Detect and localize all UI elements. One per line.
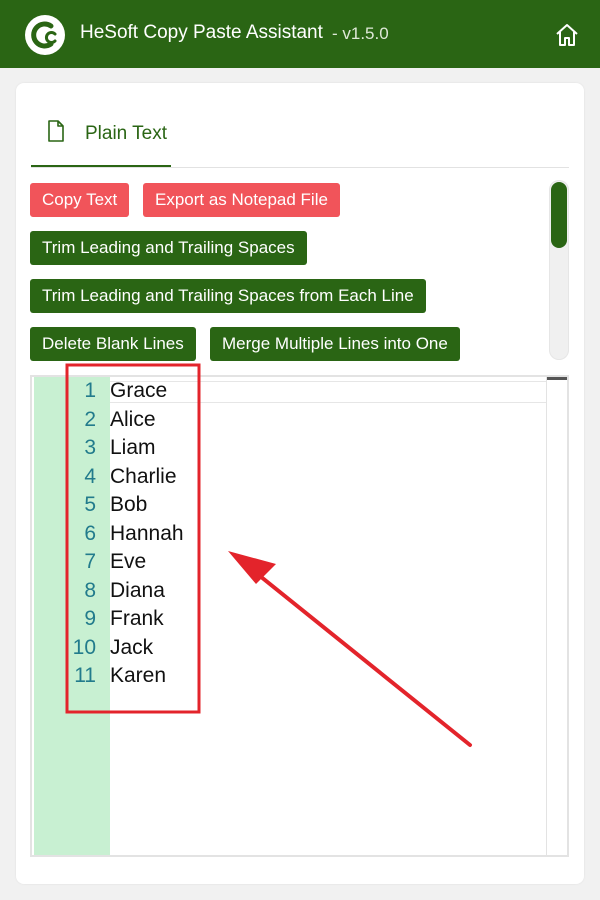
tab-bar: Plain Text <box>31 101 569 168</box>
current-line-highlight <box>110 381 565 403</box>
editor-scrollbar-indicator <box>547 377 567 380</box>
editor-line[interactable]: Diana <box>110 579 165 603</box>
line-number: 3 <box>84 436 96 459</box>
tab-label: Plain Text <box>85 123 168 144</box>
editor-line[interactable]: Jack <box>110 636 153 660</box>
buttons-scrollbar-thumb[interactable] <box>551 182 567 248</box>
line-number: 2 <box>84 407 96 431</box>
line-number: 11 <box>74 664 96 687</box>
line-number: 4 <box>84 464 96 488</box>
merge-lines-button[interactable]: Merge Multiple Lines into One <box>210 327 460 361</box>
app-version: - v1.5.0 <box>332 24 389 43</box>
editor-line[interactable]: Eve <box>110 550 146 574</box>
editor-line[interactable]: Alice <box>110 408 156 432</box>
editor-line[interactable]: Grace <box>110 379 167 403</box>
trim-each-line-button[interactable]: Trim Leading and Trailing Spaces from Ea… <box>30 279 426 313</box>
line-number: 9 <box>84 607 96 630</box>
document-icon <box>48 120 64 142</box>
line-number: 5 <box>84 493 96 516</box>
title-bar: HeSoft Copy Paste Assistant - v1.5.0 <box>0 0 600 68</box>
line-number: 7 <box>84 550 96 573</box>
editor-line[interactable]: Karen <box>110 664 166 688</box>
copy-text-button[interactable]: Copy Text <box>30 183 130 217</box>
app-title: HeSoft Copy Paste Assistant <box>80 22 323 43</box>
delete-blank-lines-button[interactable]: Delete Blank Lines <box>30 327 196 361</box>
text-editor[interactable]: 1 Grace 2 Alice 3 Liam 4 Charlie 5 Bob 6 Hannah 7 Eve… <box>30 375 569 857</box>
editor-line[interactable]: Hannah <box>110 522 184 546</box>
app-logo-icon <box>25 15 65 55</box>
export-notepad-button[interactable]: Export as Notepad File <box>143 183 340 217</box>
line-number: 8 <box>84 578 96 602</box>
line-number: 10 <box>72 635 96 659</box>
editor-line[interactable]: Liam <box>110 436 156 460</box>
editor-scrollbar[interactable] <box>546 377 567 855</box>
editor-line[interactable]: Charlie <box>110 465 177 489</box>
main-card: Plain Text Copy Text Export as Notepad F… <box>16 83 584 884</box>
editor-line[interactable]: Bob <box>110 493 147 517</box>
line-number: 6 <box>84 521 96 545</box>
home-icon[interactable] <box>554 22 580 48</box>
line-number: 1 <box>84 379 96 402</box>
tab-plain-text[interactable]: Plain Text <box>31 101 171 167</box>
editor-line[interactable]: Frank <box>110 607 164 631</box>
buttons-scrollbar[interactable] <box>549 180 569 360</box>
trim-spaces-button[interactable]: Trim Leading and Trailing Spaces <box>30 231 307 265</box>
